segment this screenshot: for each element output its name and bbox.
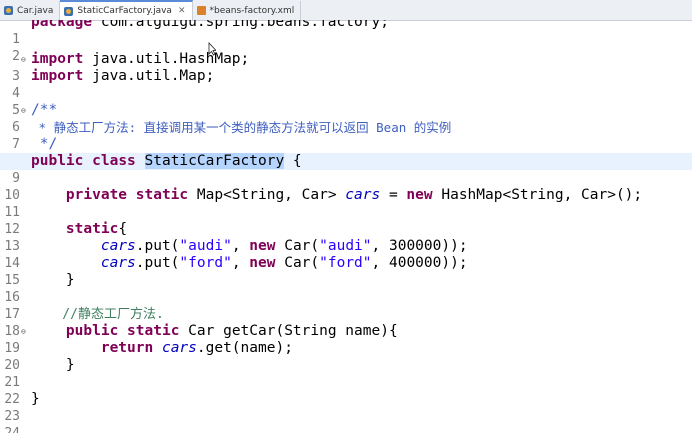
code-text: } [31,272,75,288]
code-line: 18 //静态工厂方法. [0,306,692,339]
close-icon[interactable]: ✕ [178,6,186,16]
code-line: 6 ⊖ /** [0,102,692,135]
javadoc-comment: /** [31,102,58,118]
code-text: Map<String, Car> [188,187,346,203]
keyword: private [65,187,128,203]
javadoc-comment: * 静态工厂方法: 直接调用某一个类的静态方法就可以返回 Bean 的实例 [31,120,452,135]
fold-toggle-icon[interactable]: ⊖ [21,51,26,68]
code-line: 3 ⊖ import java.util.HashMap; [0,51,692,84]
code-text: { [284,153,302,169]
code-line: 14 cars.put("audi", new Car("audi", 3000… [0,238,692,271]
keyword: class [92,153,136,169]
string-literal: "ford" [319,255,372,271]
keyword: import [31,51,84,67]
java-file-icon [4,6,13,15]
keyword: public [65,323,119,339]
keyword: new [249,238,276,254]
code-line: 16 } [0,272,692,305]
java-file-icon [64,6,74,16]
tab-static-car-factory-java[interactable]: StaticCarFactory.java ✕ [60,0,193,20]
code-text: Car( [275,238,320,254]
code-text: Car( [275,255,320,271]
tab-beans-factory-xml[interactable]: *beans-factory.xml [193,1,302,20]
xml-file-icon [196,6,206,15]
keyword: new [406,187,433,203]
fold-toggle-icon[interactable]: ⊖ [21,323,26,340]
keyword: static [127,323,180,339]
line-comment: //静态工厂方法. [31,307,164,322]
code-line: 17 [0,289,692,322]
code-line: 4 import java.util.Map; [0,68,692,101]
keyword: static [135,187,189,203]
code-line: 13 static{ [0,221,692,254]
keyword: static [65,221,119,237]
code-text: , [231,238,250,254]
code-line: 24 [0,408,692,433]
tab-label: StaticCarFactory.java [77,6,172,16]
code-line: 12 [0,204,692,237]
code-text: { [118,221,128,237]
keyword: public [31,153,84,169]
keyword: new [249,255,276,271]
field-name: cars [100,255,136,271]
selected-class-name[interactable]: StaticCarFactory [144,153,285,169]
string-literal: "ford" [179,255,232,271]
code-text: Car getCar(String name){ [179,323,398,339]
string-literal: "audi" [319,238,372,254]
line-number: 24 [0,425,20,433]
code-line: 10 [0,170,692,203]
code-line: 11 private static Map<String, Car> cars … [0,187,692,220]
code-text: , 300000)); [371,238,468,254]
tab-label: *beans-factory.xml [209,5,295,16]
keyword: import [31,68,84,84]
javadoc-comment: */ [31,136,58,152]
code-line: 2 [0,31,692,64]
tab-car-java[interactable]: Car.java [0,1,61,20]
mouse-cursor-icon [208,42,216,56]
code-text: .get(name); [196,340,293,356]
code-line: 5 [0,85,692,118]
code-text: } [31,391,40,407]
code-line: 15 cars.put("ford", new Car("ford", 4000… [0,255,692,288]
code-line: 7 * 静态工厂方法: 直接调用某一个类的静态方法就可以返回 Bean 的实例 [0,119,692,152]
code-text: = [380,187,407,203]
code-line: 20 return cars.get(name); [0,340,692,373]
keyword: return [100,340,154,356]
fold-toggle-icon[interactable]: ⊖ [21,102,26,119]
code-text: .put( [135,238,180,254]
code-editor[interactable]: 1 package com.atguigu.spring.beans.facto… [0,20,692,433]
code-line: 21 } [0,357,692,390]
string-literal: "audi" [179,238,232,254]
field-name: cars [161,340,197,356]
code-text: , [231,255,250,271]
code-line: 19 ⊖ public static Car getCar(String nam… [0,323,692,356]
code-text: } [31,357,75,373]
code-line: 1 package com.atguigu.spring.beans.facto… [0,20,692,47]
code-text: java.util.HashMap; [83,51,250,67]
code-line: 23 } [0,391,692,424]
code-text: java.util.Map; [83,68,215,84]
code-line-current: 9 public class StaticCarFactory { [0,153,692,186]
editor-tab-bar: Car.java StaticCarFactory.java ✕ *beans-… [0,0,692,21]
code-text: , 400000)); [371,255,468,271]
field-name: cars [100,238,136,254]
field-name: cars [345,187,381,203]
keyword: package [31,20,93,30]
code-text: .put( [135,255,180,271]
code-line: 22 [0,374,692,407]
code-text: com.atguigu.spring.beans.factory; [92,20,389,30]
tab-label: Car.java [17,5,54,16]
code-line: 8 */ [0,136,692,169]
code-text: HashMap<String, Car>(); [432,187,643,203]
